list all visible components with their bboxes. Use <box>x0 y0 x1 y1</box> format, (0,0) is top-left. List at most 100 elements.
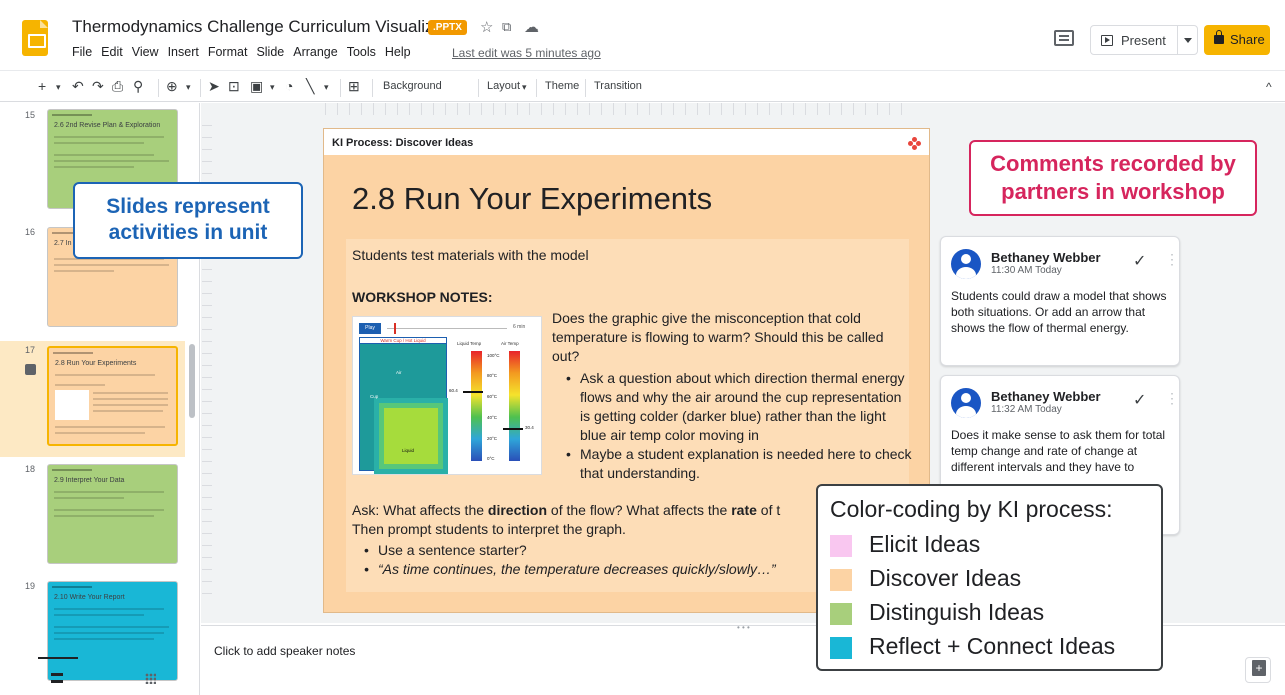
app-header: Thermodynamics Challenge Curriculum Visu… <box>0 0 1285 68</box>
list-item: Maybe a student explanation is needed he… <box>562 445 912 483</box>
file-type-badge: .PPTX <box>428 20 467 35</box>
question-bullets: Ask a question about which direction the… <box>562 369 912 483</box>
menu-file[interactable]: File <box>72 45 92 59</box>
thumb-line <box>55 374 155 376</box>
comment-card[interactable]: Bethaney Webber 11:30 AM Today ✓ ⋮ Stude… <box>940 236 1180 366</box>
explore-icon[interactable] <box>1245 657 1271 683</box>
layout-button[interactable]: Layout <box>487 80 520 92</box>
process-header: KI Process: Discover Ideas <box>324 129 929 155</box>
present-button[interactable]: Present <box>1090 25 1198 55</box>
menu-arrange[interactable]: Arrange <box>293 45 337 59</box>
workshop-notes-label: WORKSHOP NOTES: <box>352 289 493 305</box>
legend-swatch <box>830 569 852 591</box>
toolbar-divider <box>200 79 201 97</box>
thumb-line <box>54 608 164 610</box>
document-title[interactable]: Thermodynamics Challenge Curriculum Visu… <box>72 17 449 37</box>
thumb-line <box>54 136 164 138</box>
speaker-notes-placeholder[interactable]: Click to add speaker notes <box>214 644 355 658</box>
layout-chevron-icon[interactable]: ▾ <box>522 82 527 93</box>
image-chevron-icon[interactable]: ▾ <box>270 82 275 93</box>
line-chevron-icon[interactable]: ▾ <box>324 82 329 93</box>
resolve-check-icon[interactable]: ✓ <box>1133 251 1146 271</box>
menu-slide[interactable]: Slide <box>256 45 284 59</box>
prompt-bullets: Use a sentence starter? “As time continu… <box>360 541 860 579</box>
lock-icon <box>1214 30 1224 44</box>
move-folder-icon[interactable]: ⧉ <box>502 19 511 35</box>
select-cursor-icon[interactable]: ➤ <box>208 78 220 95</box>
menu-insert[interactable]: Insert <box>168 45 199 59</box>
resolve-check-icon[interactable]: ✓ <box>1133 390 1146 410</box>
grid-view-icon[interactable] <box>145 673 156 684</box>
slide-number: 15 <box>25 110 36 120</box>
star-icon[interactable]: ☆ <box>480 18 493 36</box>
tick-label: 80°C <box>487 373 498 378</box>
menu-help[interactable]: Help <box>385 45 411 59</box>
thumb-line <box>54 270 114 272</box>
tick-label: 60°C <box>487 394 498 399</box>
liquid-temp-value: 60.4 <box>449 388 458 393</box>
tick-label: 0°C <box>487 456 495 461</box>
background-button[interactable]: Background <box>383 80 442 92</box>
time-slider <box>387 328 507 329</box>
tick-label: 40°C <box>487 415 498 420</box>
more-vert-icon[interactable]: ⋮ <box>1165 251 1179 268</box>
theme-button[interactable]: Theme <box>545 80 579 92</box>
comment-history-icon[interactable] <box>1054 30 1074 46</box>
menu-edit[interactable]: Edit <box>101 45 123 59</box>
menu-tools[interactable]: Tools <box>347 45 376 59</box>
slide-heading[interactable]: 2.8 Run Your Experiments <box>352 181 712 217</box>
air-temp-label: Air Temp <box>501 341 519 346</box>
legend-label: Distinguish Ideas <box>869 599 1045 625</box>
share-button[interactable]: Share <box>1204 25 1270 55</box>
ask-text: Then prompt students to interpret the gr… <box>352 521 626 537</box>
ask-text: of t <box>756 502 781 518</box>
new-slide-icon[interactable]: + <box>38 78 46 94</box>
filmstrip-view-icon[interactable] <box>51 673 63 683</box>
air-label: Air <box>396 370 402 375</box>
last-edit-link[interactable]: Last edit was 5 minutes ago <box>452 46 601 60</box>
thumb-header <box>52 586 92 588</box>
duration-label: 6 min <box>513 324 526 330</box>
ask-bold: rate <box>731 502 757 518</box>
slide-intro: Students test materials with the model <box>352 247 589 263</box>
new-slide-chevron-icon[interactable]: ▾ <box>56 82 61 93</box>
legend-title: Color-coding by KI process: <box>830 496 1113 522</box>
legend-swatch <box>830 637 852 659</box>
liquid-temp-marker <box>463 391 483 393</box>
zoom-icon[interactable]: ⊕ <box>166 78 178 95</box>
air-temp-value: 30.4 <box>525 425 534 430</box>
paint-format-icon[interactable]: ⚲ <box>133 78 143 95</box>
chevron-down-icon[interactable] <box>1184 38 1192 43</box>
view-title: Warm Cup / Hot Liquid <box>359 337 447 344</box>
filmstrip-scrollbar[interactable] <box>189 344 195 418</box>
menu-view[interactable]: View <box>132 45 159 59</box>
text-box-icon[interactable]: ⊡ <box>228 78 240 95</box>
menu-format[interactable]: Format <box>208 45 248 59</box>
redo-icon[interactable]: ↷ <box>92 78 104 95</box>
image-icon[interactable]: ▣ <box>250 78 263 95</box>
thumb-line <box>54 142 144 144</box>
time-slider-knob <box>394 323 396 334</box>
shape-icon[interactable]: ◔ <box>285 78 293 94</box>
collapse-toolbar-icon[interactable]: ^ <box>1266 80 1272 94</box>
air-temp-marker <box>503 428 523 430</box>
play-button: Play <box>359 323 381 334</box>
print-icon[interactable]: ⎙ <box>112 78 123 95</box>
zoom-chevron-icon[interactable]: ▾ <box>186 82 191 93</box>
workshop-question: Does the graphic give the misconception … <box>552 310 884 364</box>
undo-icon[interactable]: ↶ <box>72 78 84 95</box>
more-vert-icon[interactable]: ⋮ <box>1165 390 1179 407</box>
notes-resize-handle[interactable]: • • • <box>737 623 750 632</box>
slide-thumbnail-17[interactable]: 2.8 Run Your Experiments <box>47 346 178 446</box>
cloud-status-icon[interactable]: ☁ <box>524 18 539 36</box>
line-icon[interactable]: ╲ <box>306 78 314 95</box>
speaker-notes-icon <box>25 364 36 375</box>
present-icon <box>1101 35 1113 46</box>
comment-icon[interactable]: ⊞ <box>348 78 360 95</box>
slides-logo-icon[interactable] <box>22 20 48 56</box>
transition-button[interactable]: Transition <box>594 80 642 92</box>
liquid-label: Liquid <box>402 448 415 453</box>
slide-thumbnail-18[interactable]: 2.9 Interpret Your Data <box>47 464 178 564</box>
horizontal-ruler[interactable] <box>325 103 905 115</box>
ask-bold: direction <box>487 502 548 518</box>
